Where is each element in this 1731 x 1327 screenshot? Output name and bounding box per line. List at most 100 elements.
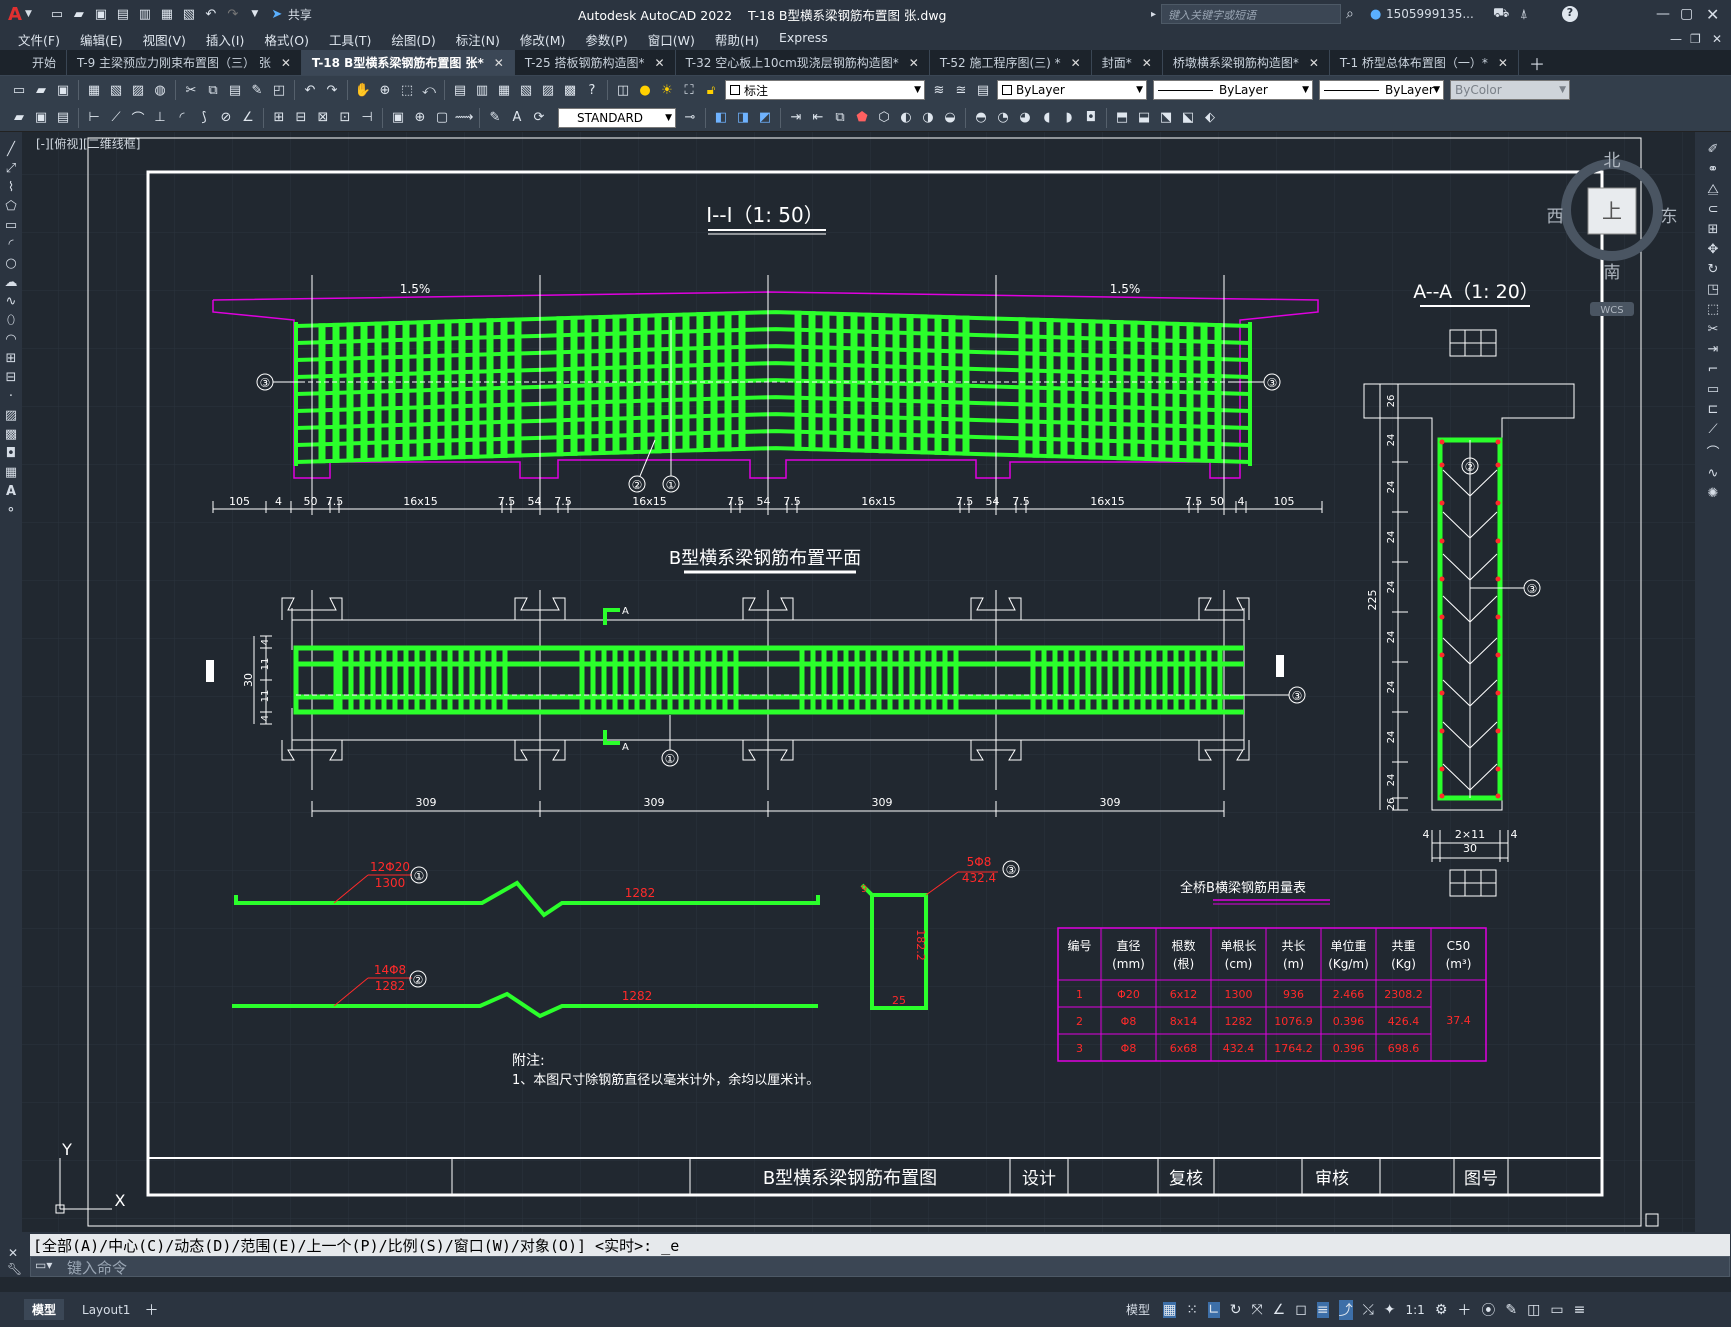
preview-icon[interactable]: ▧	[107, 81, 125, 99]
tool-a-icon[interactable]: ▰	[10, 109, 28, 127]
ellipse-arc-icon[interactable]: ◠	[5, 332, 16, 347]
modify-11-icon[interactable]: ◒	[941, 109, 959, 127]
isolate-icon[interactable]: ◫	[1527, 1302, 1540, 1318]
trim-icon[interactable]: ✂	[1708, 322, 1719, 337]
menu-item[interactable]: 插入(I)	[206, 30, 244, 49]
user-icon[interactable]: ●	[1370, 7, 1381, 22]
doc-restore-icon[interactable]: ❐	[1690, 32, 1701, 46]
modify-8-icon[interactable]: ⬡	[875, 109, 893, 127]
dim-textedit-icon[interactable]: A	[508, 109, 526, 127]
redo-icon[interactable]: ↷	[224, 5, 242, 23]
paste-icon[interactable]: ▤	[226, 81, 244, 99]
dim-ordinate-icon[interactable]: ⊥	[151, 109, 169, 127]
modify-17-icon[interactable]: ◘	[1082, 109, 1100, 127]
properties-icon[interactable]: ▤	[451, 81, 469, 99]
sun-icon[interactable]: ☀	[658, 81, 676, 99]
jog-line-icon[interactable]: ⟿	[455, 109, 474, 127]
dim-radius-icon[interactable]: ◜	[173, 109, 191, 127]
file-tab[interactable]: 开始	[22, 50, 68, 75]
move-icon[interactable]: ✥	[1708, 242, 1719, 257]
center-mark-icon[interactable]: ⊕	[411, 109, 429, 127]
tab-close-icon[interactable]: ✕	[281, 56, 291, 70]
pline-icon[interactable]: ⌇	[8, 180, 14, 195]
menu-item[interactable]: 标注(N)	[456, 30, 500, 49]
redo-tool-icon[interactable]: ↷	[323, 81, 341, 99]
maximize-icon[interactable]: ▢	[1680, 6, 1693, 22]
copy-icon[interactable]: ⧉	[204, 81, 222, 99]
modify-6-icon[interactable]: ⧉	[831, 109, 849, 127]
tool-b-icon[interactable]: ▣	[32, 109, 50, 127]
command-settings-icon[interactable]: 🔧︎	[7, 1262, 22, 1276]
region-icon[interactable]: ◘	[6, 446, 16, 461]
mirror-icon[interactable]: ⧋	[1707, 182, 1719, 197]
dim-update-icon[interactable]: ⟳	[530, 109, 548, 127]
modify-1-icon[interactable]: ◧	[712, 109, 730, 127]
menu-item[interactable]: Express	[779, 30, 828, 49]
menu-item[interactable]: 视图(V)	[143, 30, 186, 49]
search-icon[interactable]: ⌕	[1346, 6, 1354, 22]
file-tab[interactable]: T-52 施工程序图(三) * ✕	[930, 50, 1092, 75]
command-close-icon[interactable]: ✕	[8, 1246, 18, 1260]
tab-model[interactable]: 模型	[24, 1299, 65, 1320]
doc-minimize-icon[interactable]: —	[1670, 32, 1682, 46]
dim-aligned-icon[interactable]: ⟋	[107, 109, 125, 127]
tab-close-icon[interactable]: ✕	[494, 56, 504, 70]
polar-icon[interactable]: ↻	[1230, 1302, 1242, 1318]
point-icon[interactable]: ·	[9, 389, 13, 404]
save-icon[interactable]: ▣	[92, 5, 110, 23]
fullscreen-icon[interactable]: ▭	[1550, 1302, 1563, 1318]
file-tab[interactable]: T-9 主梁预应力刚束布置图（三） 张 ✕	[67, 50, 302, 75]
dim-break-icon[interactable]: ⊣	[358, 109, 376, 127]
polygon-icon[interactable]: ⬠	[5, 199, 16, 214]
stretch-icon[interactable]: ⬚	[1707, 302, 1719, 317]
publish-icon[interactable]: ▨	[129, 81, 147, 99]
spline-icon[interactable]: ∿	[6, 294, 17, 309]
file-tab[interactable]: T-1 桥型总体布置图（一）* ✕	[1330, 50, 1519, 75]
new-icon[interactable]: ▭	[48, 5, 66, 23]
modify-9-icon[interactable]: ◐	[897, 109, 915, 127]
blockeditor-icon[interactable]: ◰	[270, 81, 288, 99]
plus-icon[interactable]: ＋	[1457, 1300, 1471, 1320]
tolerance-icon[interactable]: ▣	[389, 109, 407, 127]
qnew-icon[interactable]: ▭	[10, 81, 28, 99]
dim-edit-icon[interactable]: ✎	[486, 109, 504, 127]
plotstyle-combo[interactable]: ByColor ▼	[1450, 80, 1570, 100]
menu-item[interactable]: 工具(T)	[329, 30, 371, 49]
modify-21-icon[interactable]: ⬕	[1179, 109, 1197, 127]
file-tab[interactable]: T-32 空心板上10cm现浇层钢筋构造图* ✕	[676, 50, 930, 75]
doc-close-icon[interactable]: ✕	[1712, 32, 1722, 46]
color-combo[interactable]: ByLayer ▼	[997, 80, 1147, 100]
modify-20-icon[interactable]: ⬔	[1157, 109, 1175, 127]
zoom-previous-icon[interactable]: ⤺	[420, 81, 438, 99]
dimstyle-icon[interactable]: ⊸	[681, 109, 699, 127]
matchprop-icon[interactable]: ✎	[248, 81, 266, 99]
array-icon[interactable]: ⊞	[1708, 222, 1719, 237]
tab-close-icon[interactable]: ✕	[1142, 56, 1152, 70]
menu-item[interactable]: 修改(M)	[520, 30, 566, 49]
menu-item[interactable]: 窗口(W)	[648, 30, 695, 49]
plot-icon[interactable]: ▦	[158, 5, 176, 23]
rectangle-icon[interactable]: ▭	[5, 218, 17, 233]
save-file-icon[interactable]: ▣	[54, 81, 72, 99]
open-icon[interactable]: ▰	[70, 5, 88, 23]
lock-icon[interactable]: 🔓︎	[702, 81, 720, 99]
arc-icon[interactable]: ◜	[8, 237, 13, 252]
modify-2-icon[interactable]: ◨	[734, 109, 752, 127]
dim-linear-icon[interactable]: ⊢	[85, 109, 103, 127]
file-tab[interactable]: T-18 B型横系梁钢筋布置图 张* ✕	[301, 50, 515, 75]
osnap-track-icon[interactable]: ∠	[1273, 1302, 1286, 1318]
scale-icon[interactable]: ◳	[1707, 282, 1719, 297]
help-tool-icon[interactable]: ?	[583, 81, 601, 99]
quickprops-icon[interactable]: ✎	[1505, 1302, 1517, 1318]
dim-jogged-icon[interactable]: ⟆	[195, 109, 213, 127]
menu-item[interactable]: 文件(F)	[18, 30, 60, 49]
save-as-icon[interactable]: ▤	[114, 5, 132, 23]
units-icon[interactable]: ⦿	[1481, 1300, 1495, 1320]
qat-chevron-icon[interactable]: ▼	[246, 5, 264, 23]
insert-block-icon[interactable]: ⊞	[6, 351, 17, 366]
break-icon[interactable]: ▭	[1707, 382, 1719, 397]
zoom-realtime-icon[interactable]: ⊕	[376, 81, 394, 99]
viewcube-west[interactable]: 西	[1547, 207, 1564, 227]
app-menu-chevron-icon[interactable]: ▼	[25, 9, 32, 19]
select-cycle-icon[interactable]: ⤯	[1363, 1302, 1374, 1318]
